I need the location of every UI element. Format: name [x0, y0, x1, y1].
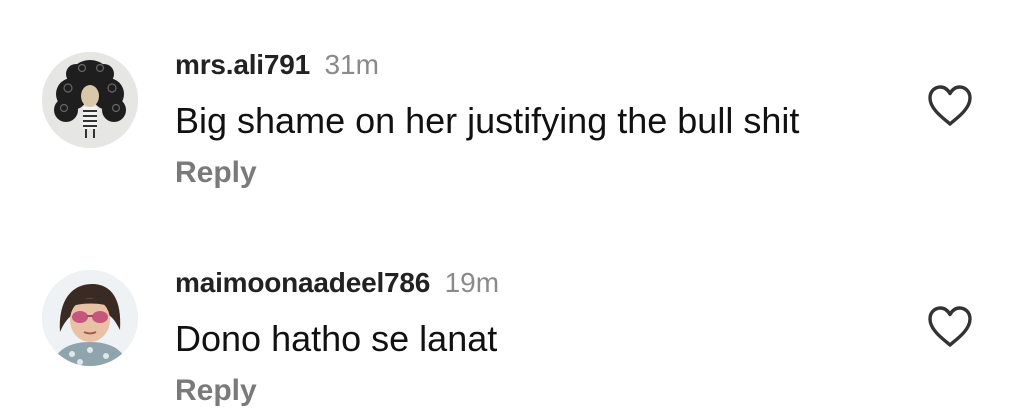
timestamp: 31m [324, 49, 379, 80]
comment-meta: mrs.ali791 31m [175, 49, 379, 81]
comment-text: Dono hatho se lanat [175, 318, 498, 359]
username[interactable]: maimoonaadeel786 [175, 267, 430, 298]
comment-list: mrs.ali791 31m Big shame on her justifyi… [0, 0, 1024, 419]
girl-with-pink-sunglasses-avatar-icon [42, 270, 138, 366]
timestamp: 19m [444, 267, 500, 298]
reply-button[interactable]: Reply [175, 374, 257, 408]
avatar[interactable] [42, 270, 138, 366]
like-button[interactable] [927, 305, 973, 349]
reply-button[interactable]: Reply [175, 156, 257, 190]
comment-text: Big shame on her justifying the bull shi… [175, 100, 800, 141]
heart-outline-icon [928, 306, 972, 347]
comment-item: maimoonaadeel786 19m Dono hatho se lanat… [0, 258, 1024, 419]
like-button[interactable] [927, 84, 973, 128]
comment-item: mrs.ali791 31m Big shame on her justifyi… [0, 40, 1024, 220]
avatar[interactable] [42, 52, 138, 148]
heart-outline-icon [928, 85, 972, 126]
curly-hair-doll-avatar-icon [42, 52, 138, 148]
username[interactable]: mrs.ali791 [175, 49, 310, 80]
comment-meta: maimoonaadeel786 19m [175, 267, 499, 299]
